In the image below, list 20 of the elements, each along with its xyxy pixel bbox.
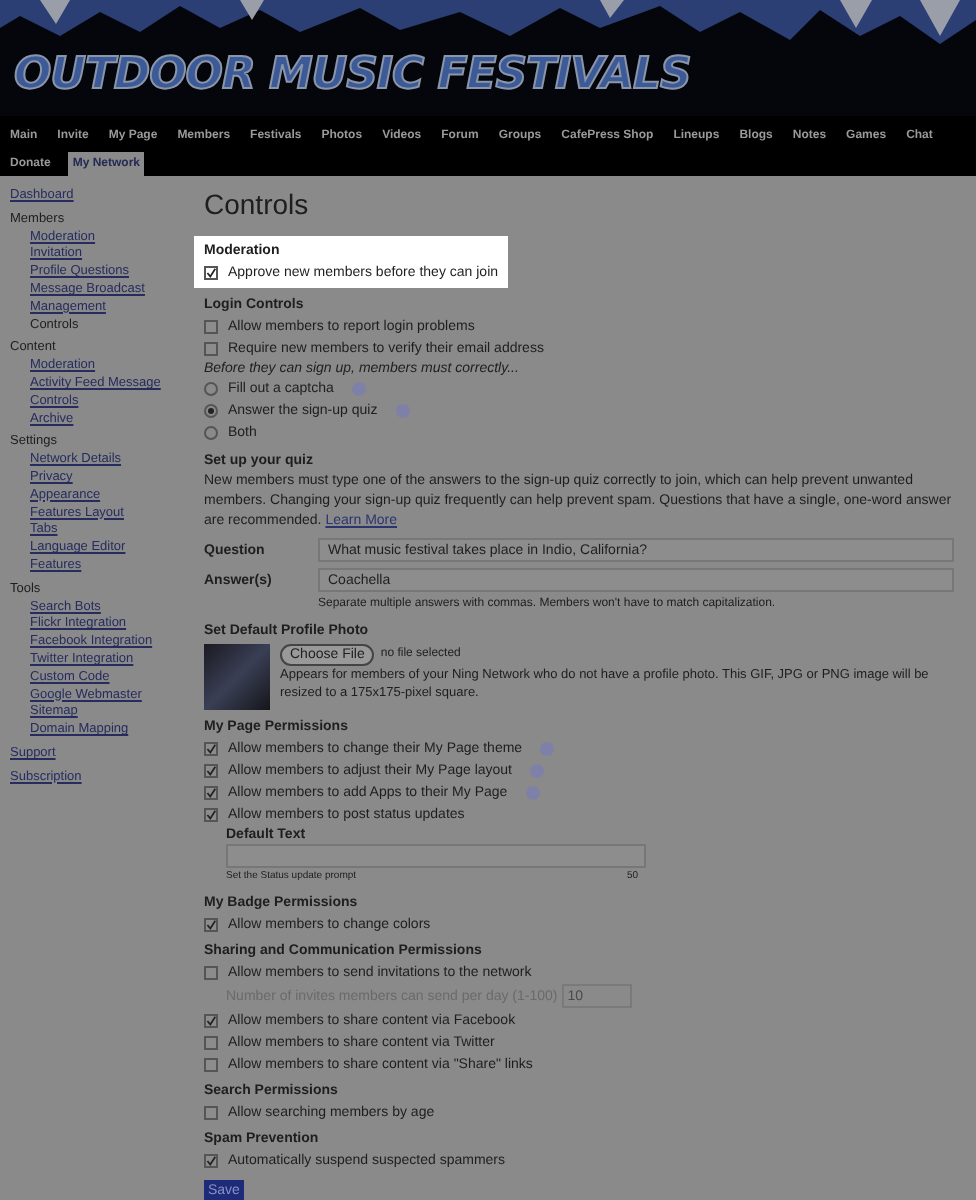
checkbox[interactable] [204, 965, 218, 979]
radio-button[interactable] [204, 404, 218, 418]
checkbox[interactable] [204, 1013, 218, 1027]
checkbox[interactable] [204, 741, 218, 755]
checkbox[interactable] [204, 1153, 218, 1167]
photo-placeholder [204, 644, 270, 710]
checkbox[interactable] [204, 341, 218, 355]
checkbox[interactable] [204, 1035, 218, 1049]
site-logo[interactable]: OUTDOOR MUSIC FESTIVALS [14, 54, 691, 98]
checkbox[interactable] [204, 319, 218, 333]
checkbox[interactable] [204, 265, 218, 279]
radio-button[interactable] [204, 426, 218, 440]
page-title: Controls [204, 188, 311, 220]
checkbox[interactable] [204, 1105, 218, 1119]
checkbox[interactable] [204, 785, 218, 799]
checkbox[interactable] [204, 807, 218, 821]
radio-button[interactable] [204, 382, 218, 396]
checkbox[interactable] [204, 763, 218, 777]
checkbox[interactable] [204, 1057, 218, 1071]
checkbox[interactable] [204, 917, 218, 931]
